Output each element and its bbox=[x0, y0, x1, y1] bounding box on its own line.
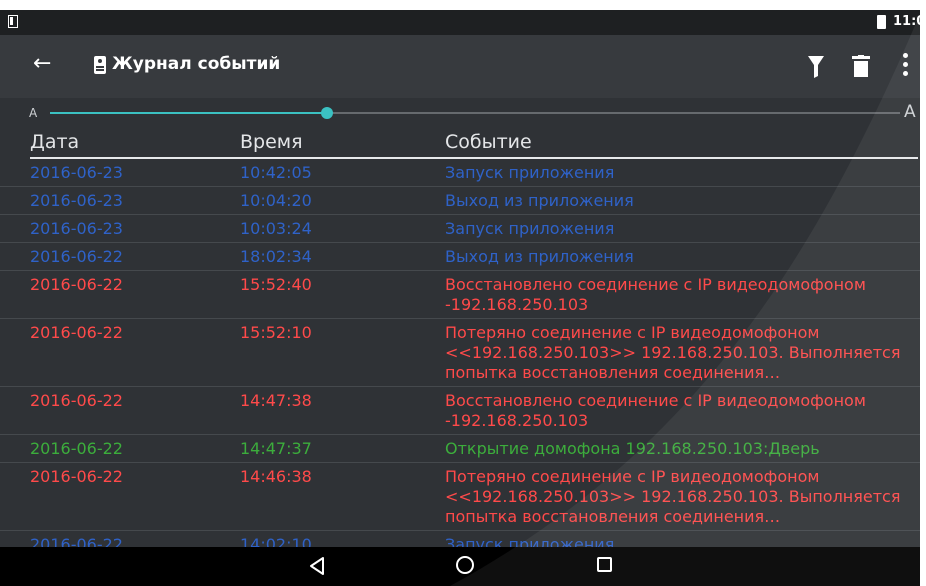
battery-icon bbox=[877, 15, 886, 29]
cell-event: Потеряно соединение с IP видеодомофоном … bbox=[445, 323, 901, 382]
slider-track-filled[interactable] bbox=[50, 112, 328, 114]
trash-icon[interactable] bbox=[852, 55, 870, 77]
cell-time: 10:42:05 bbox=[240, 163, 312, 182]
cell-date: 2016-06-22 bbox=[30, 391, 123, 410]
table-row[interactable]: 2016-06-23 10:42:05 Запуск приложения bbox=[0, 159, 920, 187]
app-screen: 11:04 ← Журнал событий A A Дата Время Со… bbox=[0, 10, 920, 586]
table-row[interactable]: 2016-06-22 14:46:38 Потеряно соединение с … bbox=[0, 463, 920, 531]
table-row[interactable]: 2016-06-23 10:03:24 Запуск приложения bbox=[0, 215, 920, 243]
cell-time: 14:47:37 bbox=[240, 439, 312, 458]
cell-date: 2016-06-22 bbox=[30, 247, 123, 266]
column-header-date[interactable]: Дата bbox=[30, 131, 79, 153]
sim-card-icon bbox=[8, 15, 18, 28]
cell-date: 2016-06-23 bbox=[30, 163, 123, 182]
app-toolbar: ← Журнал событий bbox=[0, 35, 920, 98]
cell-time: 15:52:10 bbox=[240, 323, 312, 342]
status-bar: 11:04 bbox=[0, 10, 920, 35]
slider-min-label: A bbox=[29, 106, 38, 120]
column-header-event[interactable]: Событие bbox=[445, 131, 532, 153]
cell-event: Потеряно соединение с IP видеодомофоном … bbox=[445, 467, 901, 526]
nav-back-icon[interactable] bbox=[306, 555, 328, 577]
filter-icon[interactable] bbox=[808, 56, 824, 78]
page-title: Журнал событий bbox=[112, 54, 281, 74]
cell-time: 18:02:34 bbox=[240, 247, 312, 266]
cell-time: 15:52:40 bbox=[240, 275, 312, 294]
more-vertical-icon[interactable] bbox=[903, 53, 909, 79]
navigation-bar bbox=[0, 547, 920, 586]
cell-date: 2016-06-22 bbox=[30, 467, 123, 486]
table-row[interactable]: 2016-06-22 15:52:10 Потеряно соединение с … bbox=[0, 319, 920, 387]
cell-event: Запуск приложения bbox=[445, 163, 615, 182]
cell-event: Открытие домофона 192.168.250.103:Дверь bbox=[445, 439, 820, 458]
cell-date: 2016-06-22 bbox=[30, 323, 123, 342]
arrow-left-icon[interactable]: ← bbox=[33, 52, 51, 76]
cell-time: 14:46:38 bbox=[240, 467, 312, 486]
font-size-slider[interactable]: A A bbox=[0, 98, 920, 128]
event-log-table: 2016-06-23 10:42:05 Запуск приложения 2016-… bbox=[0, 159, 920, 559]
slider-track-empty[interactable] bbox=[328, 112, 900, 114]
slider-thumb[interactable] bbox=[321, 107, 333, 119]
cell-time: 10:03:24 bbox=[240, 219, 312, 238]
nav-recents-icon[interactable] bbox=[597, 557, 612, 572]
table-row[interactable]: 2016-06-22 18:02:34 Выход из приложения bbox=[0, 243, 920, 271]
cell-event: Запуск приложения bbox=[445, 219, 615, 238]
intercom-device-icon bbox=[94, 56, 106, 74]
cell-event: Восстановлено соединение с IP видеодомоф… bbox=[445, 275, 866, 314]
cell-event: Выход из приложения bbox=[445, 191, 634, 210]
nav-home-icon[interactable] bbox=[456, 556, 474, 574]
table-row[interactable]: 2016-06-22 15:52:40 Восстановлено соединен… bbox=[0, 271, 920, 319]
cell-time: 14:47:38 bbox=[240, 391, 312, 410]
cell-date: 2016-06-23 bbox=[30, 219, 123, 238]
table-row[interactable]: 2016-06-23 10:04:20 Выход из приложения bbox=[0, 187, 920, 215]
cell-event: Выход из приложения bbox=[445, 247, 634, 266]
status-time: 11:04 bbox=[893, 14, 920, 29]
column-header-time[interactable]: Время bbox=[240, 131, 303, 153]
table-row[interactable]: 2016-06-22 14:47:38 Восстановлено соединен… bbox=[0, 387, 920, 435]
table-header: Дата Время Событие bbox=[0, 128, 920, 159]
cell-date: 2016-06-23 bbox=[30, 191, 123, 210]
slider-max-label: A bbox=[904, 102, 916, 122]
table-row[interactable]: 2016-06-22 14:47:37 Открытие домофона 192.… bbox=[0, 435, 920, 463]
cell-date: 2016-06-22 bbox=[30, 275, 123, 294]
cell-date: 2016-06-22 bbox=[30, 439, 123, 458]
cell-event: Восстановлено соединение с IP видеодомоф… bbox=[445, 391, 866, 430]
cell-time: 10:04:20 bbox=[240, 191, 312, 210]
